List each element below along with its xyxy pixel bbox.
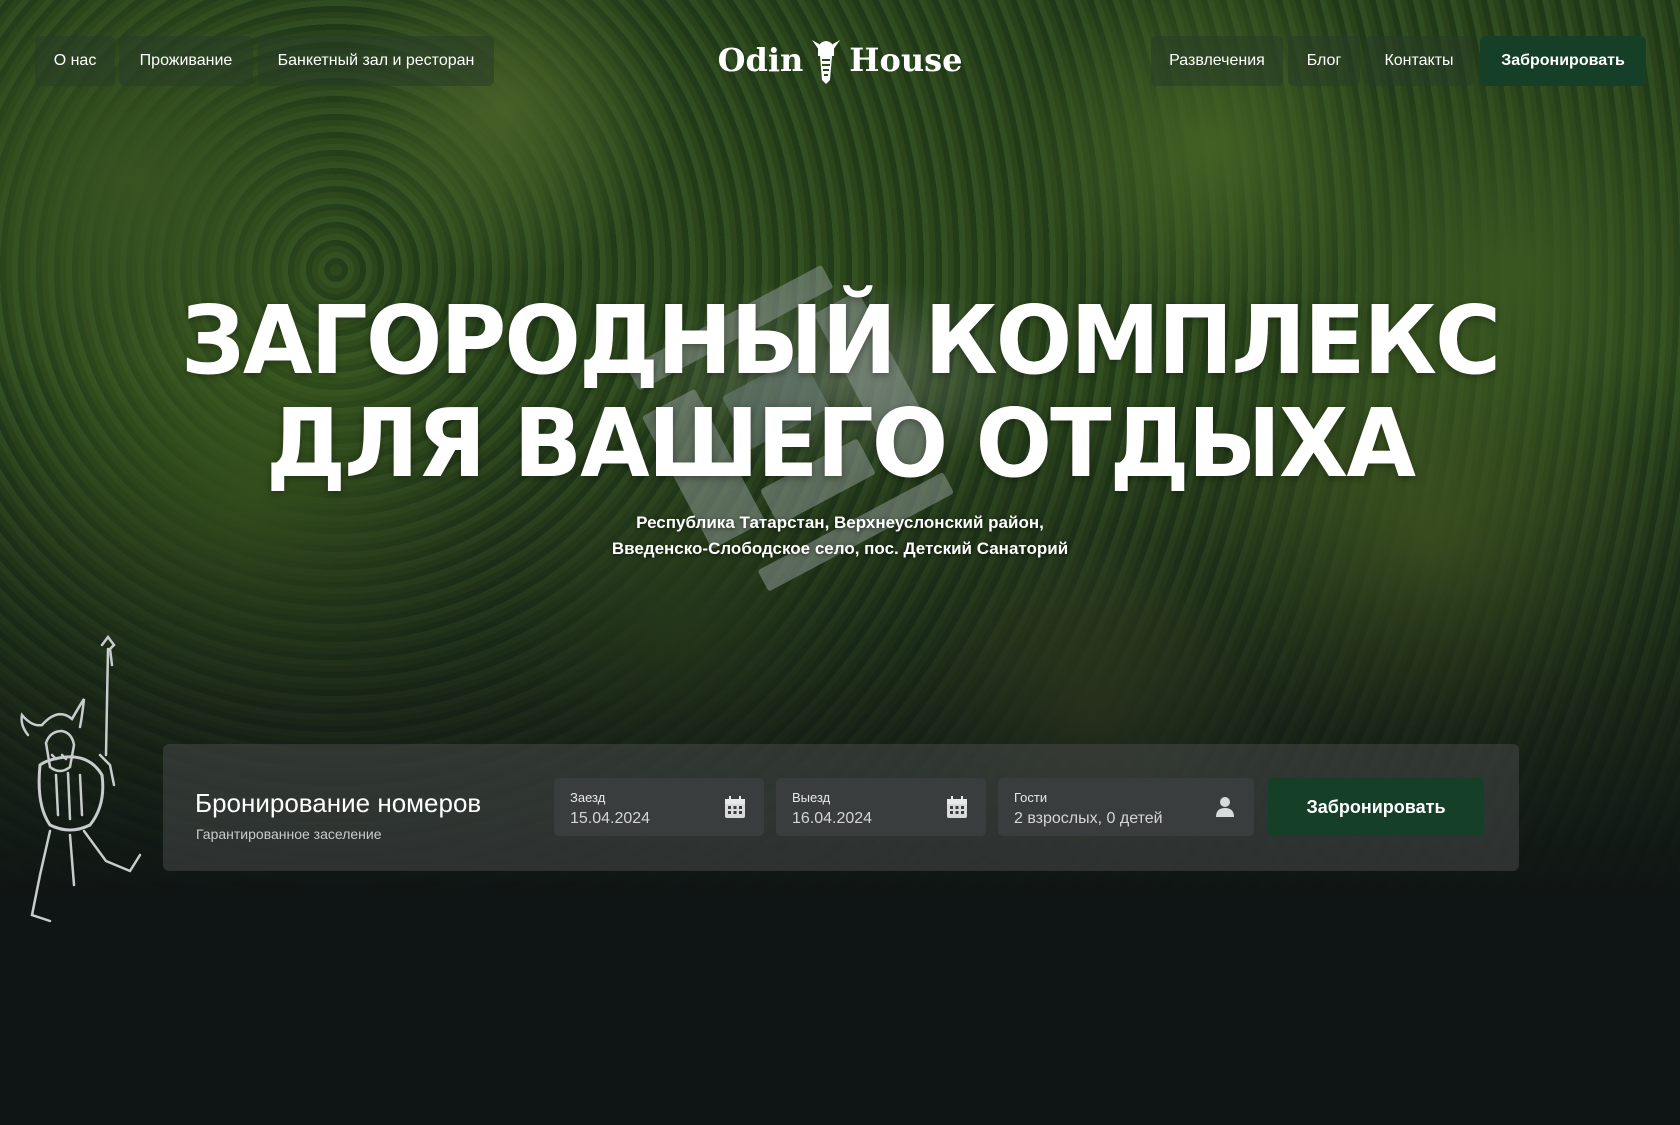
nav-contacts[interactable]: Контакты bbox=[1365, 36, 1473, 86]
calendar-icon[interactable] bbox=[724, 795, 746, 819]
viking-illustration bbox=[10, 634, 160, 945]
hero-title: ЗАГОРОДНЫЙ КОМПЛЕКС ДЛЯ ВАШЕГО ОТДЫХА bbox=[0, 290, 1680, 496]
booking-subtitle: Гарантированное заселение bbox=[196, 826, 382, 842]
checkin-field[interactable]: Заезд 15.04.2024 bbox=[554, 778, 764, 836]
address-line1: Республика Татарстан, Верхнеуслонский ра… bbox=[636, 513, 1044, 532]
nav-book-button[interactable]: Забронировать bbox=[1480, 36, 1646, 86]
logo-word-odin: Odin bbox=[717, 41, 804, 79]
checkout-label: Выезд bbox=[792, 790, 831, 805]
nav-about[interactable]: О нас bbox=[35, 36, 115, 86]
address-line2: Введенско-Слободское село, пос. Детский … bbox=[611, 539, 1069, 558]
nav-banquet-restaurant[interactable]: Банкетный зал и ресторан bbox=[258, 36, 494, 86]
booking-panel: Бронирование номеров Гарантированное зас… bbox=[163, 744, 1519, 871]
book-button[interactable]: Забронировать bbox=[1268, 778, 1484, 836]
checkout-field[interactable]: Выезд 16.04.2024 bbox=[776, 778, 986, 836]
calendar-icon[interactable] bbox=[946, 795, 968, 819]
checkout-value[interactable]: 16.04.2024 bbox=[792, 810, 872, 828]
user-icon[interactable] bbox=[1214, 795, 1236, 819]
logo-word-house: House bbox=[849, 41, 963, 79]
hero-title-line1: ЗАГОРОДНЫЙ КОМПЛЕКС bbox=[180, 285, 1501, 397]
viking-helmet-icon bbox=[809, 34, 843, 86]
booking-title: Бронирование номеров bbox=[195, 788, 482, 818]
nav-blog[interactable]: Блог bbox=[1288, 36, 1360, 86]
guests-label: Гости bbox=[1014, 790, 1048, 805]
checkin-label: Заезд bbox=[570, 790, 606, 805]
guests-field[interactable]: Гости 2 взрослых, 0 детей bbox=[998, 778, 1254, 836]
nav-entertainment[interactable]: Развлечения bbox=[1151, 36, 1283, 86]
hero-title-line2: ДЛЯ ВАШЕГО ОТДЫХА bbox=[266, 388, 1416, 500]
hero-address: Республика Татарстан, Верхнеуслонский ра… bbox=[0, 510, 1680, 562]
logo[interactable]: Odin House bbox=[718, 30, 962, 90]
nav-accommodation[interactable]: Проживание bbox=[119, 36, 253, 86]
guests-value[interactable]: 2 взрослых, 0 детей bbox=[1014, 810, 1163, 828]
checkin-value[interactable]: 15.04.2024 bbox=[570, 810, 650, 828]
